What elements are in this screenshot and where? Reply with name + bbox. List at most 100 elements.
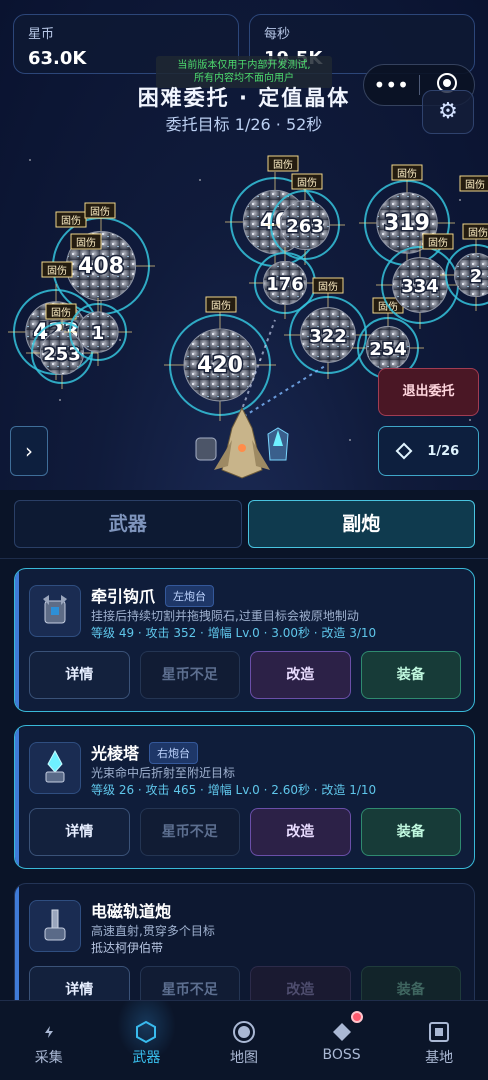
gear-icon: ⚙ bbox=[438, 99, 458, 124]
dev-notice-line1: 当前版本仅用于内部开发测试, bbox=[177, 60, 311, 71]
modify-button[interactable]: 改造 bbox=[250, 651, 351, 699]
equip-button[interactable]: 装备 bbox=[360, 651, 461, 699]
nav-base[interactable]: 基地 bbox=[390, 1001, 488, 1080]
svg-text:固伤: 固伤 bbox=[468, 226, 488, 239]
nav-label: 地图 bbox=[229, 1050, 258, 1066]
asteroid-hp: 254 bbox=[369, 339, 407, 360]
asteroid-hp: 420 bbox=[197, 353, 243, 378]
weapon-stats: 等级 49 · 攻击 352 · 增幅 Lv.0 · 3.00秒 · 改造 3/… bbox=[91, 626, 377, 640]
upgrade-cost-button[interactable]: 星币不足 bbox=[139, 651, 240, 699]
weapon-stats: 等级 26 · 攻击 465 · 增幅 Lv.0 · 2.60秒 · 改造 1/… bbox=[91, 783, 377, 797]
hexagon-icon bbox=[136, 1020, 157, 1044]
game-stage[interactable]: 星币 63.0K 每秒 19.5K 408固伤固伤423固伤固伤253固伤142… bbox=[0, 0, 488, 490]
svg-text:固伤: 固伤 bbox=[318, 280, 338, 293]
tab-weapons[interactable]: 武器 bbox=[14, 500, 242, 548]
mission-subtitle: 委托目标 1/26 · 52秒 bbox=[165, 115, 323, 134]
tractor-claw-icon bbox=[29, 585, 81, 637]
modify-button[interactable]: 改造 bbox=[250, 808, 351, 856]
damage-tag: 固伤 bbox=[55, 211, 87, 228]
asteroid-hp: 1 bbox=[92, 323, 105, 344]
diamond-icon bbox=[395, 442, 413, 460]
diamond-icon bbox=[332, 1023, 351, 1041]
damage-tag: 固伤 bbox=[267, 155, 299, 172]
svg-text:固伤: 固伤 bbox=[428, 236, 448, 249]
svg-text:固伤: 固伤 bbox=[61, 214, 81, 227]
weapon-desc: 高速直射,贯穿多个目标 bbox=[91, 924, 215, 938]
nav-collect[interactable]: 采集 bbox=[0, 1001, 98, 1080]
damage-tag: 固伤 bbox=[45, 303, 77, 320]
notification-dot bbox=[350, 1011, 363, 1023]
equip-button[interactable]: 装备 bbox=[360, 808, 461, 856]
weapon-card-locked[interactable]: 电磁轨道炮 高速直射,贯穿多个目标 抵达柯伊伯带 详情 星币不足 改造 装备 bbox=[14, 883, 475, 1000]
stars-label: 星币 bbox=[28, 27, 55, 42]
prism-tower-icon bbox=[29, 742, 81, 794]
nav-label: 武器 bbox=[132, 1050, 161, 1066]
svg-text:固伤: 固伤 bbox=[397, 167, 417, 180]
weapon-card[interactable]: 牵引钩爪 左炮台 挂接后持续切割并拖拽陨石,过重目标会被原地制动 等级 49 · … bbox=[14, 568, 475, 712]
weapon-name-text: 电磁轨道炮 bbox=[91, 902, 172, 921]
svg-text:固伤: 固伤 bbox=[465, 178, 485, 191]
damage-tag: 固伤 bbox=[391, 164, 423, 181]
unlock-condition: 抵达柯伊伯带 bbox=[91, 941, 164, 955]
weapon-name: 电磁轨道炮 bbox=[91, 898, 171, 922]
chevron-right-icon: › bbox=[25, 439, 33, 463]
damage-tag: 固伤 bbox=[312, 277, 344, 294]
svg-text:固伤: 固伤 bbox=[273, 158, 293, 171]
nav-boss[interactable]: BOSS bbox=[293, 1001, 391, 1080]
damage-tag: 固伤 bbox=[462, 223, 488, 240]
detail-button[interactable]: 详情 bbox=[29, 808, 130, 856]
base-icon bbox=[429, 1022, 450, 1042]
nav-map[interactable]: 地图 bbox=[195, 1001, 293, 1080]
upgrade-cost-button[interactable]: 星币不足 bbox=[139, 808, 240, 856]
damage-tag: 固伤 bbox=[41, 261, 73, 278]
asteroid-hp: 322 bbox=[309, 326, 347, 347]
per-sec-label: 每秒 bbox=[264, 27, 291, 42]
bolt-icon bbox=[44, 1026, 53, 1038]
weapon-desc: 挂接后持续切割并拖拽陨石,过重目标会被原地制动 bbox=[91, 609, 359, 623]
exit-mission-button[interactable]: 退出委托 bbox=[378, 368, 479, 416]
damage-tag: 固伤 bbox=[459, 175, 488, 192]
asteroid-hp: 263 bbox=[286, 216, 324, 237]
card-actions: 详情 星币不足 改造 装备 bbox=[29, 808, 461, 856]
bottom-nav: 采集 武器 地图 BOSS 基地 bbox=[0, 1000, 488, 1080]
weapon-panel: 武器 副炮 牵引钩爪 左炮台 挂接后持续切割并拖拽陨石,过重目标会被原地制动 等级… bbox=[0, 490, 488, 1000]
asteroid[interactable]: 334 固伤 bbox=[376, 233, 464, 329]
planet-icon bbox=[232, 1021, 255, 1043]
mission-progress-button[interactable]: 1/26 bbox=[378, 426, 479, 476]
damage-tag: 固伤 bbox=[70, 233, 102, 250]
weapon-name: 牵引钩爪 左炮台 bbox=[91, 583, 215, 607]
detail-button[interactable]: 详情 bbox=[29, 651, 130, 699]
weapon-name-text: 牵引钩爪 bbox=[91, 587, 156, 606]
nav-weapons[interactable]: 武器 bbox=[98, 1001, 196, 1080]
damage-tag: 固伤 bbox=[84, 202, 116, 219]
weapon-tabs: 武器 副炮 bbox=[14, 500, 475, 548]
weapon-name-text: 光棱塔 bbox=[91, 744, 140, 763]
svg-text:固伤: 固伤 bbox=[297, 176, 317, 189]
damage-tag: 固伤 bbox=[422, 233, 454, 250]
weapon-card[interactable]: 光棱塔 右炮台 光束命中后折射至附近目标 等级 26 · 攻击 465 · 增幅 … bbox=[14, 725, 475, 869]
asteroid[interactable]: 420 固伤 bbox=[164, 296, 276, 421]
svg-text:固伤: 固伤 bbox=[51, 306, 71, 319]
detail-button[interactable]: 详情 bbox=[29, 966, 130, 1000]
expand-sidebar-button[interactable]: › bbox=[10, 426, 48, 476]
railgun-icon bbox=[29, 900, 81, 952]
nav-label: 采集 bbox=[34, 1050, 63, 1066]
card-accent bbox=[15, 726, 19, 868]
mission-title: 困难委托 · 定值晶体 bbox=[137, 86, 351, 110]
tab-secondary[interactable]: 副炮 bbox=[247, 500, 475, 548]
modify-button[interactable]: 改造 bbox=[250, 966, 351, 1000]
mount-badge: 右炮台 bbox=[149, 742, 199, 764]
asteroid[interactable]: 319固伤 bbox=[359, 164, 455, 271]
damage-tag: 固伤 bbox=[205, 296, 237, 313]
weapon-name: 光棱塔 右炮台 bbox=[91, 740, 199, 764]
card-actions: 详情 星币不足 改造 装备 bbox=[29, 651, 461, 699]
upgrade-cost-button[interactable]: 星币不足 bbox=[139, 966, 240, 1000]
equip-button[interactable]: 装备 bbox=[360, 966, 461, 1000]
asteroid-hp: 334 bbox=[401, 276, 439, 297]
svg-text:固伤: 固伤 bbox=[211, 299, 231, 312]
asteroid-hp: 319 bbox=[384, 211, 430, 236]
settings-button[interactable]: ⚙ bbox=[422, 90, 474, 134]
mount-badge: 左炮台 bbox=[165, 585, 215, 607]
asteroid-hp: 176 bbox=[266, 274, 304, 295]
mission-progress-label: 1/26 bbox=[427, 443, 460, 459]
